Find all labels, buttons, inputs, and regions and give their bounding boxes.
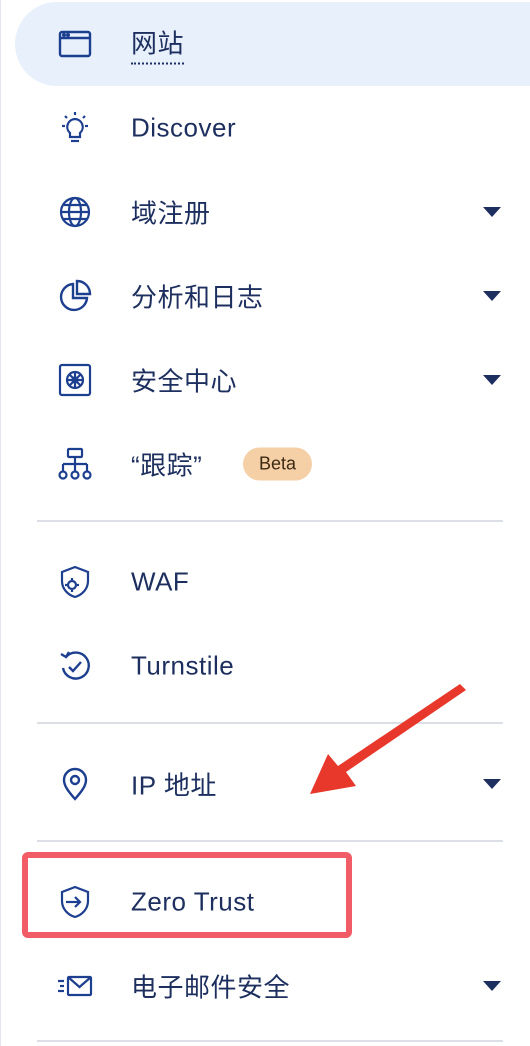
sidebar-item-domain-registration[interactable]: 域注册 bbox=[15, 170, 530, 254]
sidebar-item-label: 分析和日志 bbox=[131, 282, 264, 313]
sidebar-item-waf[interactable]: WAF bbox=[15, 540, 530, 624]
globe-www-icon bbox=[55, 192, 95, 232]
hierarchy-icon bbox=[55, 444, 95, 484]
chevron-down-icon[interactable] bbox=[483, 207, 501, 217]
sidebar-item-label: “跟踪” bbox=[131, 450, 203, 481]
sidebar-item-discover[interactable]: Discover bbox=[15, 86, 530, 170]
location-pin-icon bbox=[55, 764, 95, 804]
sidebar-item-label: 电子邮件安全 bbox=[131, 972, 291, 1003]
browser-window-icon bbox=[55, 24, 95, 64]
sidebar-item-security-center[interactable]: 安全中心 bbox=[15, 338, 530, 422]
sidebar-item-analytics-logs[interactable]: 分析和日志 bbox=[15, 254, 530, 338]
beta-badge: Beta bbox=[243, 447, 313, 481]
highlight-box bbox=[22, 852, 352, 938]
sidebar-item-label: 域注册 bbox=[131, 198, 211, 229]
chevron-down-icon[interactable] bbox=[483, 981, 501, 991]
divider bbox=[37, 520, 503, 522]
annotation-arrow-icon bbox=[310, 684, 466, 794]
vault-icon bbox=[55, 360, 95, 400]
shield-gear-icon bbox=[55, 562, 95, 602]
sidebar-item-label: IP 地址 bbox=[131, 770, 217, 801]
chevron-down-icon[interactable] bbox=[483, 779, 501, 789]
chevron-down-icon[interactable] bbox=[483, 375, 501, 385]
sidebar-item-label: 网站 bbox=[131, 24, 185, 65]
sidebar-item-label: WAF bbox=[131, 566, 190, 597]
sidebar-item-email-security[interactable]: 电子邮件安全 bbox=[15, 944, 530, 1028]
sidebar-item-label: Discover bbox=[131, 112, 237, 143]
pie-chart-icon bbox=[55, 276, 95, 316]
sidebar-item-trace[interactable]: “跟踪” Beta bbox=[15, 422, 530, 506]
lightbulb-icon bbox=[55, 108, 95, 148]
envelope-icon bbox=[55, 966, 95, 1006]
check-refresh-icon bbox=[55, 646, 95, 686]
divider bbox=[37, 1040, 503, 1042]
divider bbox=[37, 840, 503, 842]
sidebar-item-websites[interactable]: 网站 bbox=[15, 2, 530, 86]
sidebar-item-label: 安全中心 bbox=[131, 366, 238, 397]
sidebar-item-label: Turnstile bbox=[131, 650, 235, 681]
chevron-down-icon[interactable] bbox=[483, 291, 501, 301]
